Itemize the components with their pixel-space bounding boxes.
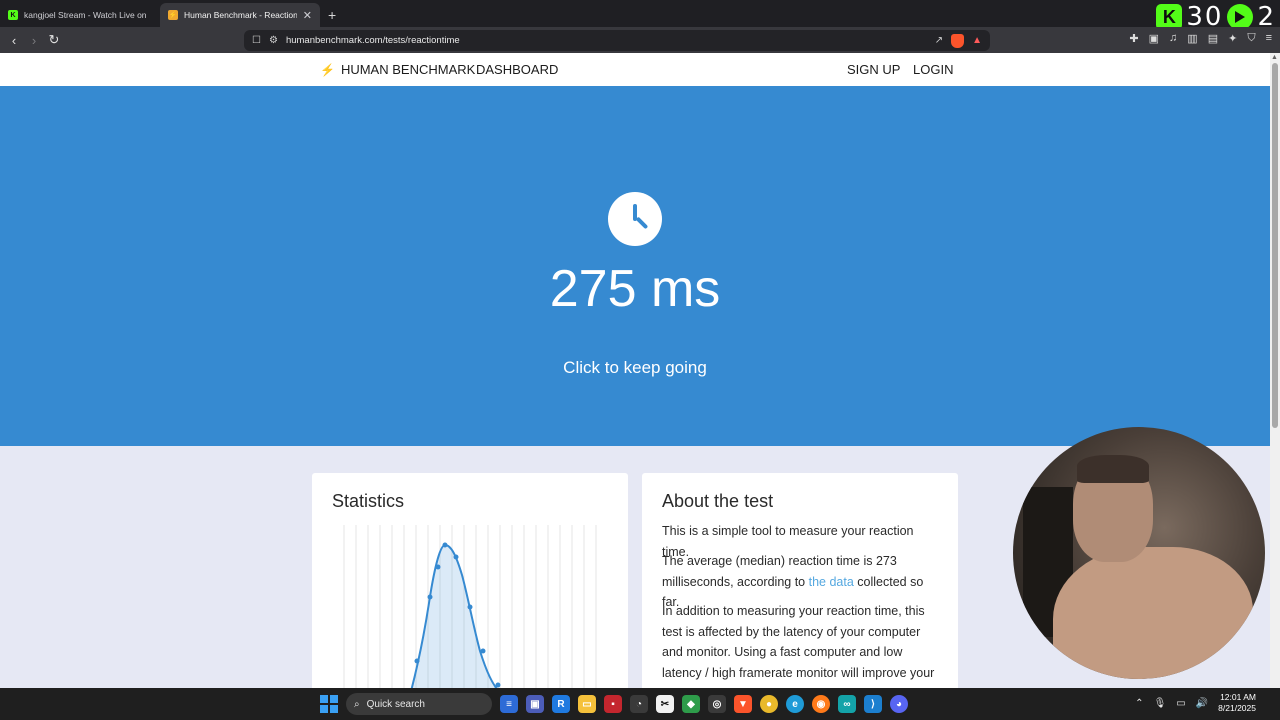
app-icon-8[interactable]: ◆ bbox=[682, 695, 700, 713]
dashboard-link[interactable]: DASHBOARD bbox=[476, 62, 558, 77]
back-icon[interactable]: ‹ bbox=[4, 33, 24, 48]
browser-toolbar: ‹ › ↻ ☐ ⚙ humanbenchmark.com/tests/react… bbox=[0, 27, 1280, 53]
brave-shields-icon[interactable] bbox=[951, 33, 965, 48]
share-icon[interactable]: ↗ bbox=[935, 35, 943, 46]
new-tab-button[interactable]: + bbox=[320, 3, 344, 27]
webcam-overlay bbox=[1013, 427, 1265, 679]
firefox-icon[interactable]: ◉ bbox=[812, 695, 830, 713]
brand-label: HUMAN BENCHMARK bbox=[340, 62, 476, 77]
taskbar-search[interactable]: ⌕ Quick search bbox=[346, 693, 492, 715]
kick-icon: K bbox=[8, 10, 18, 20]
extensions-icon[interactable]: ✚ bbox=[1129, 32, 1138, 45]
tab-title: Human Benchmark - Reaction Ti bbox=[184, 10, 297, 20]
reaction-time-result: 275 ms bbox=[549, 260, 721, 318]
tab-title: kangjoel Stream - Watch Live on bbox=[24, 10, 147, 20]
sidebar-icon[interactable]: ▥ bbox=[1187, 32, 1197, 45]
taskbar: ⌕ Quick search ≡ ▣ R ▭ ▪ ◔ ✂ ◆ ◎ ▼ ● e ◉… bbox=[0, 688, 1280, 720]
clock-time: 12:01 AM bbox=[1220, 692, 1256, 702]
browser-extension-icons: ✚ ▣ ♫ ▥ ▤ ✦ ⛉ ≡ bbox=[1129, 32, 1272, 45]
tab-kick-stream[interactable]: K kangjoel Stream - Watch Live on bbox=[0, 3, 160, 27]
capcut-icon[interactable]: ✂ bbox=[656, 695, 674, 713]
music-icon[interactable]: ♫ bbox=[1169, 32, 1177, 45]
tray-chevron-up-icon[interactable]: ⌃ bbox=[1135, 698, 1143, 709]
vpn-icon[interactable]: ⛉ bbox=[1247, 32, 1255, 45]
scrollbar-thumb[interactable] bbox=[1272, 63, 1278, 428]
bookmark-icon[interactable]: ☐ bbox=[252, 35, 261, 46]
reload-icon[interactable]: ↻ bbox=[44, 32, 64, 48]
signup-link[interactable]: SIGN UP bbox=[847, 62, 900, 77]
site-info-icon[interactable]: ⚙ bbox=[269, 35, 278, 46]
scroll-up-icon[interactable]: ▲ bbox=[1271, 54, 1278, 61]
wallet-card-icon[interactable]: ▤ bbox=[1208, 32, 1218, 45]
app-icon-3[interactable]: R bbox=[552, 695, 570, 713]
statistics-card: Statistics bbox=[312, 473, 628, 688]
bolt-icon: ⚡ bbox=[168, 10, 178, 20]
app-icon-1[interactable]: ≡ bbox=[500, 695, 518, 713]
leo-ai-icon[interactable]: ✦ bbox=[1228, 32, 1237, 45]
wallet-icon[interactable]: ▣ bbox=[1149, 32, 1159, 45]
microphone-icon[interactable]: 🎙 bbox=[1154, 698, 1167, 709]
login-link[interactable]: LOGIN bbox=[913, 62, 953, 77]
clock-icon bbox=[608, 192, 662, 246]
address-bar[interactable]: ☐ ⚙ humanbenchmark.com/tests/reactiontim… bbox=[244, 30, 990, 51]
forward-icon[interactable]: › bbox=[24, 33, 44, 48]
discord-icon[interactable]: ◕ bbox=[890, 695, 908, 713]
about-card: About the test This is a simple tool to … bbox=[642, 473, 958, 688]
search-placeholder: Quick search bbox=[366, 698, 425, 710]
file-explorer-icon[interactable]: ▭ bbox=[578, 695, 596, 713]
taskbar-clock[interactable]: 12:01 AM 8/21/2025 bbox=[1218, 692, 1256, 714]
bolt-logo-icon: ⚡ bbox=[320, 62, 335, 77]
clock-date: 8/21/2025 bbox=[1218, 703, 1256, 713]
about-title: About the test bbox=[662, 491, 774, 511]
search-icon: ⌕ bbox=[354, 698, 360, 710]
page-scrollbar[interactable]: ▲ bbox=[1270, 53, 1280, 688]
brave-browser-icon[interactable]: ▼ bbox=[734, 695, 752, 713]
app-icon-5[interactable]: ▪ bbox=[604, 695, 622, 713]
app-icon-2[interactable]: ▣ bbox=[526, 695, 544, 713]
system-tray: ⌃ 🎙 ▭ 🔊 12:01 AM 8/21/2025 bbox=[1135, 692, 1256, 714]
close-tab-icon[interactable]: ✕ bbox=[303, 9, 312, 22]
volume-icon[interactable]: 🔊 bbox=[1196, 698, 1208, 709]
edge-icon[interactable]: e bbox=[786, 695, 804, 713]
keep-going-prompt: Click to keep going bbox=[563, 358, 707, 377]
chrome-icon[interactable]: ● bbox=[760, 695, 778, 713]
about-paragraph-3: In addition to measuring your reaction t… bbox=[662, 604, 935, 688]
app-icon-9[interactable]: ◎ bbox=[708, 695, 726, 713]
brand-link[interactable]: ⚡ HUMAN BENCHMARK bbox=[320, 62, 475, 77]
reaction-test-area[interactable]: 275 ms Click to keep going bbox=[0, 86, 1270, 446]
the-data-link[interactable]: the data bbox=[809, 575, 854, 589]
brave-rewards-icon[interactable]: ▲ bbox=[972, 35, 982, 46]
windows-start-icon[interactable] bbox=[320, 695, 338, 713]
display-icon[interactable]: ▭ bbox=[1176, 698, 1185, 709]
url-text[interactable]: humanbenchmark.com/tests/reactiontime bbox=[286, 35, 927, 46]
browser-tab-strip: K kangjoel Stream - Watch Live on ⚡ Huma… bbox=[0, 0, 1280, 27]
arduino-icon[interactable]: ∞ bbox=[838, 695, 856, 713]
reaction-distribution-chart bbox=[343, 525, 597, 688]
tab-human-benchmark[interactable]: ⚡ Human Benchmark - Reaction Ti ✕ bbox=[160, 3, 320, 27]
app-icon-6[interactable]: ◔ bbox=[630, 695, 648, 713]
taskbar-apps: ⌕ Quick search ≡ ▣ R ▭ ▪ ◔ ✂ ◆ ◎ ▼ ● e ◉… bbox=[320, 693, 908, 715]
menu-icon[interactable]: ≡ bbox=[1266, 32, 1272, 45]
statistics-title: Statistics bbox=[332, 491, 405, 511]
site-header: ⚡ HUMAN BENCHMARK DASHBOARD SIGN UP LOGI… bbox=[0, 53, 1270, 86]
vscode-icon[interactable]: ⟩ bbox=[864, 695, 882, 713]
